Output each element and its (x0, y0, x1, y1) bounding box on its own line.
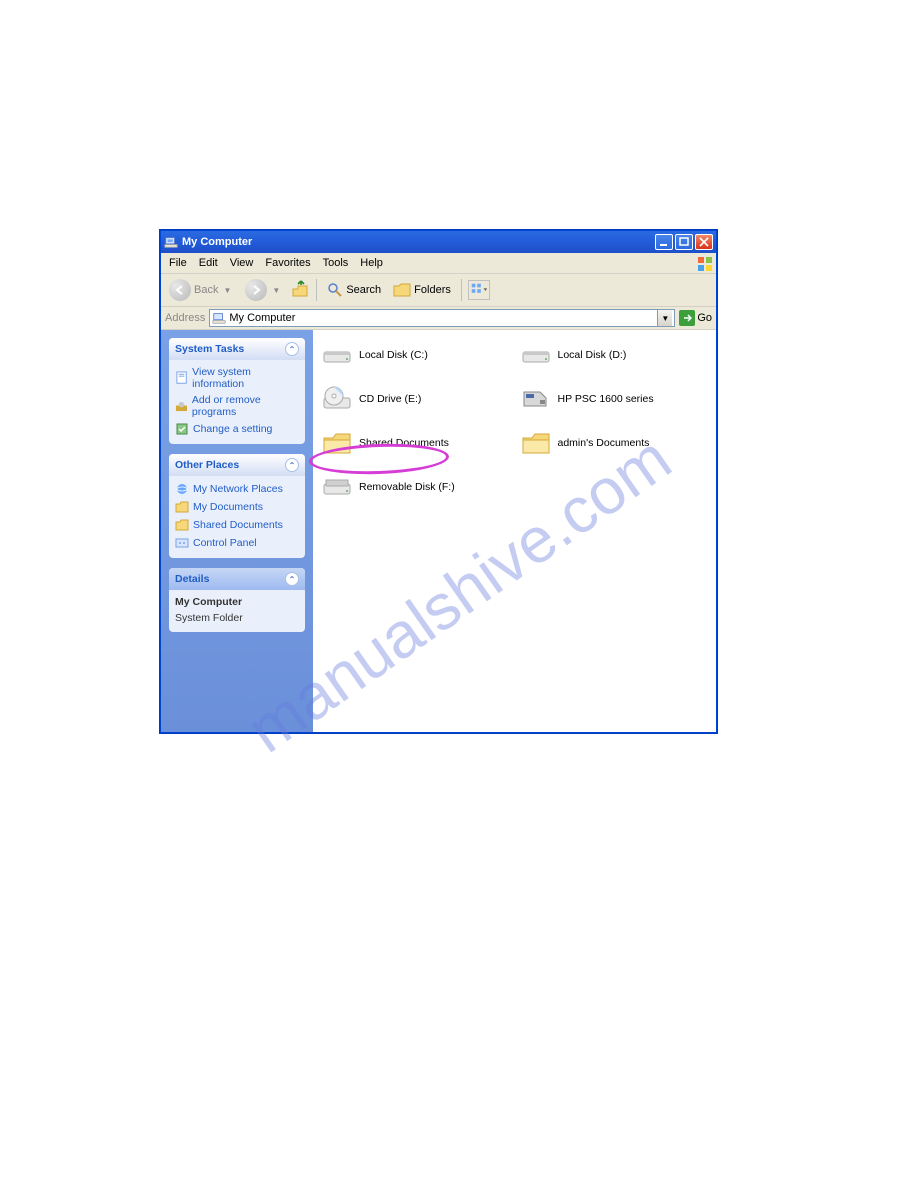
forward-dropdown-icon[interactable]: ▼ (270, 286, 282, 295)
setting-icon (175, 422, 189, 436)
cd-icon (321, 384, 353, 414)
computer-icon (164, 235, 178, 249)
link-network-places[interactable]: My Network Places (175, 482, 299, 496)
back-icon (169, 279, 191, 301)
menu-favorites[interactable]: Favorites (259, 255, 316, 271)
programs-icon (175, 399, 188, 413)
back-dropdown-icon[interactable]: ▼ (221, 286, 233, 295)
docs-icon (175, 500, 189, 514)
forward-button[interactable]: ▼ (241, 277, 286, 303)
separator (461, 279, 462, 301)
window-body: System Tasks ⌃ View system information A… (161, 330, 716, 732)
addressbar: Address My Computer ▼ Go (161, 307, 716, 330)
views-button[interactable] (468, 280, 490, 300)
computer-icon (212, 311, 226, 325)
minimize-button[interactable] (655, 234, 673, 250)
maximize-button[interactable] (675, 234, 693, 250)
separator (316, 279, 317, 301)
back-button[interactable]: Back ▼ (165, 277, 237, 303)
address-dropdown-icon[interactable]: ▼ (657, 310, 672, 326)
item-local-disk-d[interactable]: Local Disk (D:) (520, 340, 709, 370)
panel-details: Details ⌃ My Computer System Folder (169, 568, 305, 632)
folder-icon (520, 428, 552, 458)
link-add-remove-programs[interactable]: Add or remove programs (175, 394, 299, 418)
window: My Computer File Edit View Favorites Too… (160, 230, 717, 733)
sidebar: System Tasks ⌃ View system information A… (161, 330, 313, 732)
search-button[interactable]: Search (323, 280, 385, 300)
hdd-icon (321, 340, 353, 370)
window-title: My Computer (182, 236, 655, 248)
item-removable-disk[interactable]: Removable Disk (F:) (321, 472, 510, 502)
titlebar[interactable]: My Computer (161, 231, 716, 253)
item-hp-psc[interactable]: HP PSC 1600 series (520, 384, 709, 414)
device-icon (520, 384, 552, 414)
menu-file[interactable]: File (163, 255, 193, 271)
up-button[interactable] (290, 280, 310, 300)
panel-other-places: Other Places ⌃ My Network Places My Docu… (169, 454, 305, 558)
close-button[interactable] (695, 234, 713, 250)
menubar: File Edit View Favorites Tools Help (161, 253, 716, 274)
details-type: System Folder (175, 612, 299, 624)
address-value: My Computer (229, 312, 295, 324)
link-my-documents[interactable]: My Documents (175, 500, 299, 514)
menu-tools[interactable]: Tools (317, 255, 355, 271)
link-change-setting[interactable]: Change a setting (175, 422, 299, 436)
item-cd-drive[interactable]: CD Drive (E:) (321, 384, 510, 414)
item-local-disk-c[interactable]: Local Disk (C:) (321, 340, 510, 370)
search-icon (327, 282, 343, 298)
hdd-icon (520, 340, 552, 370)
windows-logo-icon (696, 255, 714, 273)
address-label: Address (165, 312, 205, 324)
folder-icon (175, 518, 189, 532)
go-button[interactable]: Go (679, 310, 712, 326)
folder-icon (321, 428, 353, 458)
panel-header[interactable]: System Tasks ⌃ (169, 338, 305, 360)
removable-icon (321, 472, 353, 502)
chevron-up-icon: ⌃ (285, 458, 299, 472)
forward-icon (245, 279, 267, 301)
panel-header[interactable]: Other Places ⌃ (169, 454, 305, 476)
chevron-up-icon: ⌃ (285, 342, 299, 356)
link-shared-documents[interactable]: Shared Documents (175, 518, 299, 532)
link-control-panel[interactable]: Control Panel (175, 536, 299, 550)
link-view-system-information[interactable]: View system information (175, 366, 299, 390)
details-name: My Computer (175, 596, 299, 608)
folders-button[interactable]: Folders (389, 280, 455, 300)
control-icon (175, 536, 189, 550)
content-area[interactable]: Local Disk (C:) Local Disk (D:) CD Drive… (313, 330, 716, 732)
network-icon (175, 482, 189, 496)
panel-system-tasks: System Tasks ⌃ View system information A… (169, 338, 305, 444)
menu-edit[interactable]: Edit (193, 255, 224, 271)
panel-header[interactable]: Details ⌃ (169, 568, 305, 590)
info-icon (175, 371, 188, 385)
menu-help[interactable]: Help (354, 255, 389, 271)
item-shared-documents[interactable]: Shared Documents (321, 428, 510, 458)
chevron-up-icon: ⌃ (285, 572, 299, 586)
address-combo[interactable]: My Computer ▼ (209, 309, 675, 327)
toolbar: Back ▼ ▼ Search Folders (161, 274, 716, 307)
go-icon (679, 310, 695, 326)
folders-icon (393, 282, 411, 298)
item-admins-documents[interactable]: admin's Documents (520, 428, 709, 458)
menu-view[interactable]: View (224, 255, 260, 271)
